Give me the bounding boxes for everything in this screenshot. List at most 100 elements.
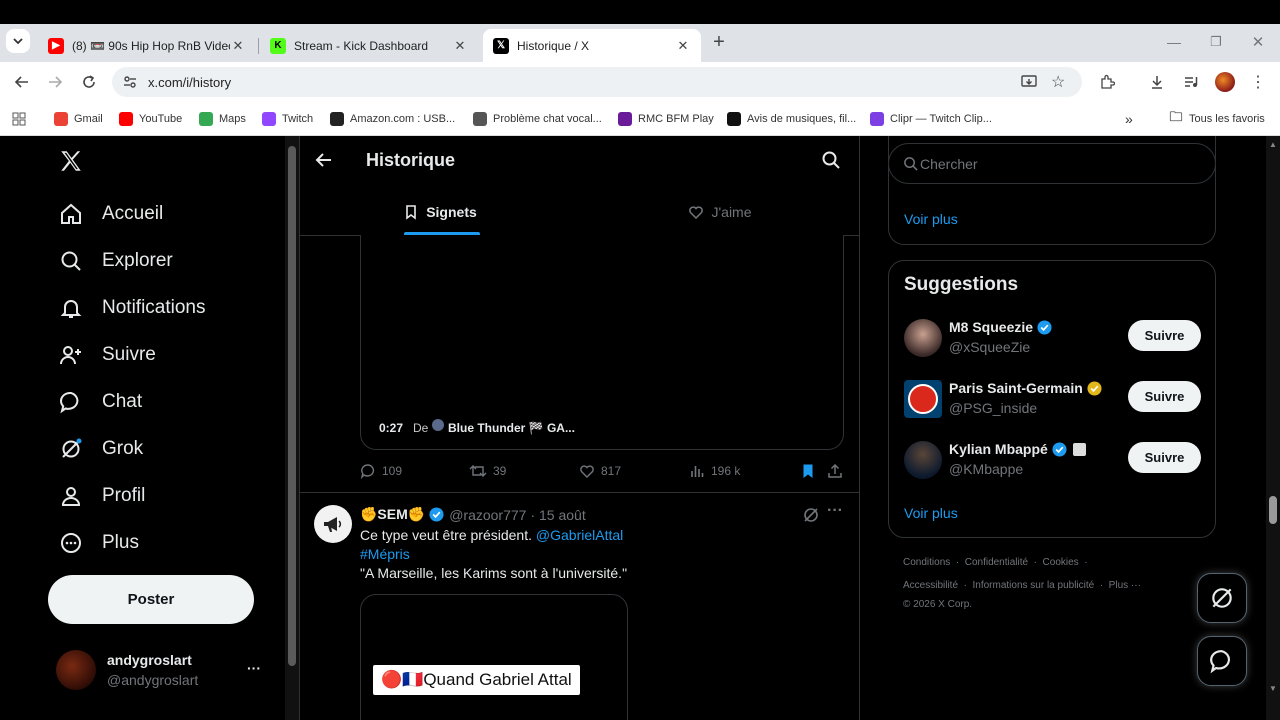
x-page: Accueil Explorer Notifications Suivre Chat Gr… [0, 136, 1280, 720]
more-options-icon[interactable]: ··· [247, 660, 261, 676]
scrollbar-thumb[interactable] [288, 146, 296, 666]
footer-link[interactable]: Accessibilité [903, 580, 958, 591]
account-switcher[interactable]: andygroslart @andygroslart ··· [56, 640, 304, 696]
footer-link[interactable]: Conditions [903, 557, 950, 568]
trends-see-more-link[interactable]: Voir plus [904, 211, 958, 227]
like-button[interactable]: 817 [579, 463, 621, 479]
bookmark-item[interactable]: Twitch [262, 109, 313, 129]
grok-icon[interactable] [802, 506, 820, 529]
apps-icon[interactable] [12, 109, 26, 129]
bookmark-filled-icon[interactable] [800, 463, 816, 484]
suggestion-name: Kylian Mbappé [949, 441, 1086, 457]
browser-menu-icon[interactable]: ⋮ [1246, 70, 1270, 94]
scroll-down-icon[interactable]: ▼ [1269, 684, 1277, 693]
tab-jaime[interactable]: J'aime [580, 188, 860, 236]
post-button[interactable]: Poster [48, 575, 254, 624]
browser-tab-youtube[interactable]: ▶ (8) 📼 90s Hip Hop RnB Video ✕ [38, 29, 256, 62]
megaphone-icon [324, 517, 342, 532]
sidebar-item-suivre[interactable]: Suivre [58, 337, 156, 373]
x-logo-icon[interactable] [58, 148, 84, 179]
sidebar-item-grok[interactable]: Grok [58, 431, 143, 467]
sidebar-item-accueil[interactable]: Accueil [58, 196, 163, 232]
reload-button[interactable] [77, 70, 101, 94]
bookmark-item[interactable]: RMC BFM Play [618, 109, 714, 129]
search-icon[interactable] [821, 150, 841, 175]
window-close-icon[interactable]: ✕ [1246, 30, 1270, 54]
address-bar[interactable]: x.com/i/history ☆ [112, 67, 1082, 97]
download-icon[interactable] [1145, 70, 1169, 94]
follow-button[interactable]: Suivre [1128, 320, 1201, 351]
close-icon[interactable]: ✕ [675, 38, 691, 54]
tab-search-button[interactable] [6, 29, 30, 53]
bookmark-item[interactable]: YouTube [119, 109, 182, 129]
bookmark-item[interactable]: Avis de musiques, fil... [727, 109, 856, 129]
footer-link[interactable]: Cookies [1043, 557, 1079, 568]
youtube-icon: ▶ [48, 37, 64, 54]
follow-button[interactable]: Suivre [1128, 381, 1201, 412]
chat-floating-button[interactable] [1197, 636, 1247, 686]
sidebar-scrollbar[interactable] [285, 136, 299, 720]
retweet-button[interactable]: 39 [469, 463, 506, 479]
video-player[interactable]: 0:27 De Blue Thunder 🏁 GA... [360, 235, 844, 450]
bookmarks-bar: Gmail YouTube Maps Twitch Amazon.com : USB..… [0, 102, 1280, 136]
grok-floating-button[interactable] [1197, 573, 1247, 623]
footer-link[interactable]: Informations sur la publicité [972, 580, 1094, 591]
tab-signets[interactable]: Signets [300, 188, 580, 236]
author-handle[interactable]: @razoor777 [449, 507, 526, 523]
scroll-up-icon[interactable]: ▲ [1269, 140, 1277, 149]
bookmark-item[interactable]: Gmail [54, 109, 103, 129]
profile-avatar-icon[interactable] [1213, 70, 1237, 94]
bookmark-item[interactable]: Problème chat vocal... [473, 109, 602, 129]
video-source-name[interactable]: Blue Thunder 🏁 GA... [448, 421, 575, 435]
media-control-icon[interactable] [1179, 70, 1203, 94]
bookmark-item[interactable]: Clipr — Twitch Clip... [870, 109, 992, 129]
hashtag-link[interactable]: #Mépris [360, 546, 410, 562]
author-name[interactable]: ✊SEM✊ [360, 506, 425, 523]
back-button[interactable] [10, 70, 34, 94]
suggestion-handle: @PSG_inside [949, 400, 1038, 416]
views-button[interactable]: 196 k [689, 463, 740, 479]
add-person-icon [58, 342, 84, 368]
sidebar-item-profil[interactable]: Profil [58, 478, 145, 514]
mention-link[interactable]: @GabrielAttal [536, 527, 623, 543]
extensions-icon[interactable] [1095, 70, 1119, 94]
forward-button[interactable] [43, 70, 67, 94]
all-bookmarks-button[interactable]: 🗀 Tous les favoris [1169, 109, 1264, 129]
tab-title: Historique / X [517, 38, 590, 53]
browser-tab-x[interactable]: 𝕏 Historique / X ✕ [483, 29, 701, 62]
tab-label: J'aime [711, 204, 752, 220]
back-arrow-icon[interactable] [314, 150, 334, 175]
install-app-icon[interactable] [1020, 73, 1038, 96]
sidebar-item-plus[interactable]: Plus [58, 525, 139, 561]
bookmark-item[interactable]: Amazon.com : USB... [330, 109, 455, 129]
sidebar-item-chat[interactable]: Chat [58, 384, 142, 420]
suggestion-item[interactable]: Kylian Mbappé @KMbappe Suivre [904, 439, 1204, 483]
restore-icon[interactable]: ❐ [1204, 30, 1228, 54]
avatar[interactable] [314, 505, 352, 543]
footer-link[interactable]: Confidentialité [965, 557, 1028, 568]
browser-tab-kick[interactable]: K Stream - Kick Dashboard ✕ [260, 29, 478, 62]
minimize-icon[interactable]: — [1162, 30, 1186, 54]
bookmark-item[interactable]: Maps [199, 109, 246, 129]
follow-button[interactable]: Suivre [1128, 442, 1201, 473]
more-options-icon[interactable]: ··· [827, 502, 843, 520]
more-bookmarks-button[interactable]: » [1125, 109, 1133, 129]
sidebar-item-explorer[interactable]: Explorer [58, 243, 173, 279]
sidebar-item-notifications[interactable]: Notifications [58, 290, 206, 326]
reply-button[interactable]: 109 [360, 463, 402, 479]
site-settings-icon[interactable] [122, 74, 138, 95]
suggestions-see-more-link[interactable]: Voir plus [904, 505, 958, 521]
suggestion-item[interactable]: Paris Saint-Germain @PSG_inside Suivre [904, 378, 1204, 422]
tweet-media[interactable]: 🔴🇫🇷Quand Gabriel Attal [360, 594, 628, 720]
psg-logo [904, 380, 942, 418]
scrollbar-thumb[interactable] [1269, 496, 1277, 524]
star-icon[interactable]: ☆ [1051, 72, 1065, 92]
suggestion-item[interactable]: M8 Squeezie @xSqueeZie Suivre [904, 317, 1204, 361]
share-icon[interactable] [827, 463, 843, 484]
footer-link[interactable]: Plus ··· [1109, 580, 1141, 591]
new-tab-button[interactable]: + [707, 30, 731, 54]
tweet-date[interactable]: · 15 août [530, 507, 585, 523]
close-icon[interactable]: ✕ [452, 38, 468, 54]
close-icon[interactable]: ✕ [230, 38, 246, 54]
page-scrollbar[interactable]: ▲ ▼ [1266, 136, 1280, 720]
